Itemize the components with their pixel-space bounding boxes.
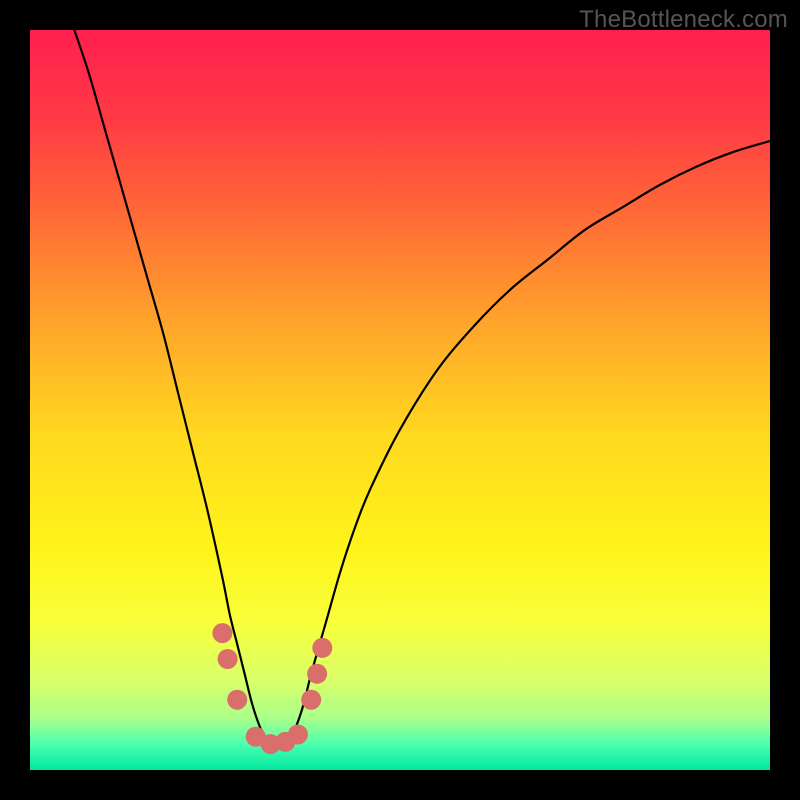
curve-marker bbox=[301, 690, 321, 710]
chart-canvas: { "watermark": "TheBottleneck.com", "col… bbox=[0, 0, 800, 800]
curve-marker bbox=[227, 690, 247, 710]
curve-marker bbox=[307, 664, 327, 684]
curve-marker bbox=[312, 638, 332, 658]
bottleneck-curve bbox=[74, 30, 770, 749]
plot-area bbox=[30, 30, 770, 770]
curve-marker bbox=[218, 649, 238, 669]
curve-marker bbox=[212, 623, 232, 643]
watermark-text: TheBottleneck.com bbox=[579, 6, 788, 34]
curve-layer bbox=[30, 30, 770, 770]
curve-marker bbox=[288, 724, 308, 744]
curve-markers bbox=[212, 623, 332, 754]
